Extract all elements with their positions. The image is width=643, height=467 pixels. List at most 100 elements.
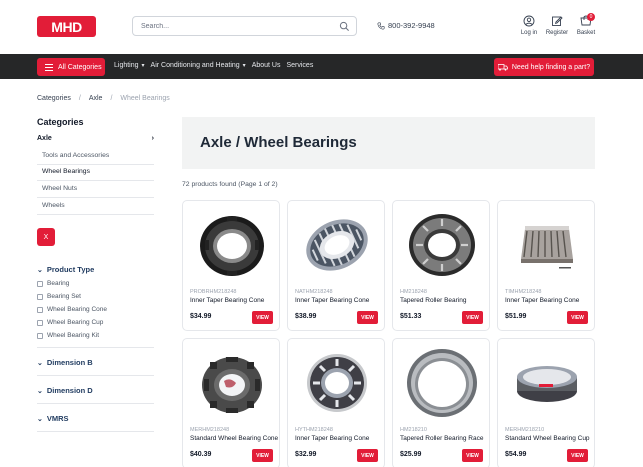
- product-name[interactable]: Inner Taper Bearing Cone: [505, 297, 595, 304]
- checkbox[interactable]: [37, 319, 43, 326]
- product-sku: TIMHM218248: [505, 289, 542, 295]
- breadcrumb-axle[interactable]: Axle: [89, 95, 103, 102]
- facet-dimension-d[interactable]: ⌄ Dimension D: [37, 386, 93, 395]
- user-icon: [523, 15, 535, 27]
- product-image-bearing-race[interactable]: [401, 345, 483, 421]
- chevron-down-icon: ⌄: [37, 359, 43, 367]
- search-bar[interactable]: [132, 16, 357, 36]
- product-name[interactable]: Tapered Roller Bearing Race: [400, 435, 490, 442]
- nav-about-us-label: About Us: [251, 62, 281, 69]
- truck-icon: [497, 63, 508, 71]
- product-image-roller-bearing[interactable]: [401, 207, 483, 283]
- facet-dimension-d-label: Dimension D: [46, 386, 93, 395]
- filter-option-label: Wheel Bearing Cup: [47, 319, 104, 326]
- all-categories-button[interactable]: All Categories: [37, 58, 105, 76]
- filter-option-wheel-bearing-cup[interactable]: Wheel Bearing Cup: [37, 319, 103, 326]
- product-sku: NATHM218248: [295, 289, 333, 295]
- product-name[interactable]: Inner Taper Bearing Cone: [190, 297, 280, 304]
- facet-product-type[interactable]: ⌄ Product Type: [37, 265, 94, 274]
- nav-about-us[interactable]: About Us: [252, 62, 281, 69]
- product-card[interactable]: HYTHM218248 Inner Taper Bearing Cone $32…: [287, 338, 385, 467]
- product-price: $40.39: [190, 451, 212, 458]
- product-sku: PROBRHM218248: [190, 289, 237, 295]
- product-name[interactable]: Inner Taper Bearing Cone: [295, 297, 385, 304]
- view-button[interactable]: VIEW: [252, 311, 273, 324]
- chevron-down-icon: ⌄: [37, 415, 43, 423]
- breadcrumb: Categories / Axle / Wheel Bearings: [37, 95, 170, 102]
- product-card[interactable]: MERHM218248 Standard Wheel Bearing Cone …: [182, 338, 280, 467]
- checkbox[interactable]: [37, 280, 43, 287]
- chevron-down-icon: ⌄: [37, 266, 43, 274]
- product-name[interactable]: Standard Wheel Bearing Cup: [505, 435, 595, 442]
- filter-option-label: Bearing: [47, 280, 70, 287]
- nav-air-conditioning[interactable]: Air Conditioning and Heating ▾: [151, 62, 246, 69]
- product-image-black-cone-bearing[interactable]: [191, 207, 273, 283]
- view-button[interactable]: VIEW: [357, 449, 378, 462]
- filter-option-bearing[interactable]: Bearing: [37, 280, 69, 287]
- product-image-dark-cone-bearing[interactable]: [191, 345, 273, 421]
- product-price: $54.99: [505, 451, 527, 458]
- site-header: MHD 800-392-9948 Log in Register 0 Baske…: [0, 0, 643, 53]
- search-input[interactable]: [141, 20, 331, 33]
- phone-contact[interactable]: 800-392-9948: [377, 21, 435, 30]
- product-sku: HYTHM218248: [295, 427, 333, 433]
- view-button[interactable]: VIEW: [357, 311, 378, 324]
- sidebar-item-axle-label: Axle: [37, 135, 52, 142]
- view-button[interactable]: VIEW: [252, 449, 273, 462]
- product-name[interactable]: Tapered Roller Bearing: [400, 297, 490, 304]
- view-button[interactable]: VIEW: [462, 449, 483, 462]
- facet-vmrs[interactable]: ⌄ VMRS: [37, 414, 69, 423]
- checkbox[interactable]: [37, 332, 43, 339]
- filter-option-wheel-bearing-kit[interactable]: Wheel Bearing Kit: [37, 332, 99, 339]
- clear-filter-button[interactable]: X: [37, 228, 55, 246]
- product-sku: MERHM218248: [190, 427, 230, 433]
- product-name[interactable]: Inner Taper Bearing Cone: [295, 435, 385, 442]
- checkbox[interactable]: [37, 306, 43, 313]
- product-image-steel-cone-bearing[interactable]: [296, 345, 378, 421]
- divider: [37, 214, 154, 215]
- divider: [37, 431, 154, 432]
- product-image-bearing-cup[interactable]: [506, 345, 588, 421]
- sidebar-item-wheel-bearings[interactable]: Wheel Bearings: [42, 168, 154, 175]
- facet-product-type-label: Product Type: [46, 265, 95, 274]
- help-finding-part-button[interactable]: Need help finding a part?: [494, 58, 594, 76]
- view-button[interactable]: VIEW: [567, 311, 588, 324]
- view-button[interactable]: VIEW: [567, 449, 588, 462]
- product-card[interactable]: NATHM218248 Inner Taper Bearing Cone $38…: [287, 200, 385, 331]
- nav-air-conditioning-label: Air Conditioning and Heating: [150, 62, 240, 69]
- sidebar-title: Categories: [37, 117, 84, 127]
- product-card[interactable]: MERHM218210 Standard Wheel Bearing Cup $…: [497, 338, 595, 467]
- register-link[interactable]: Register: [542, 15, 572, 36]
- checkbox[interactable]: [37, 293, 43, 300]
- sidebar-item-axle[interactable]: Axle ›: [37, 135, 154, 142]
- breadcrumb-categories[interactable]: Categories: [37, 95, 71, 102]
- product-card[interactable]: TIMHM218248 Inner Taper Bearing Cone $51…: [497, 200, 595, 331]
- facet-dimension-b[interactable]: ⌄ Dimension B: [37, 358, 93, 367]
- product-name[interactable]: Standard Wheel Bearing Cone: [190, 435, 280, 442]
- product-image-tilted-cone-bearing[interactable]: [296, 207, 378, 283]
- sidebar-item-wheels[interactable]: Wheels: [42, 202, 154, 209]
- phone-number: 800-392-9948: [388, 21, 435, 30]
- nav-lighting[interactable]: Lighting ▾: [114, 62, 145, 69]
- breadcrumb-separator: /: [78, 95, 81, 102]
- mhd-logo[interactable]: MHD: [37, 16, 96, 37]
- product-card[interactable]: PROBRHM218248 Inner Taper Bearing Cone $…: [182, 200, 280, 331]
- product-price: $34.99: [190, 313, 212, 320]
- search-icon[interactable]: [339, 21, 350, 32]
- chevron-right-icon: ›: [151, 135, 154, 142]
- basket-link[interactable]: 0 Basket: [571, 13, 601, 36]
- divider: [37, 197, 154, 198]
- nav-services[interactable]: Services: [286, 62, 313, 69]
- divider: [37, 375, 154, 376]
- product-image-side-cone-bearing[interactable]: [506, 207, 588, 283]
- filter-option-bearing-set[interactable]: Bearing Set: [37, 293, 81, 300]
- product-card[interactable]: HM218210 Tapered Roller Bearing Race $25…: [392, 338, 490, 467]
- filter-option-wheel-bearing-cone[interactable]: Wheel Bearing Cone: [37, 306, 107, 313]
- basket-label: Basket: [576, 30, 596, 36]
- product-card[interactable]: HM218248 Tapered Roller Bearing $51.33 V…: [392, 200, 490, 331]
- breadcrumb-current: Wheel Bearings: [120, 95, 170, 102]
- login-link[interactable]: Log in: [514, 15, 544, 36]
- view-button[interactable]: VIEW: [462, 311, 483, 324]
- sidebar-item-tools[interactable]: Tools and Accessories: [42, 152, 154, 159]
- sidebar-item-wheel-nuts[interactable]: Wheel Nuts: [42, 185, 154, 192]
